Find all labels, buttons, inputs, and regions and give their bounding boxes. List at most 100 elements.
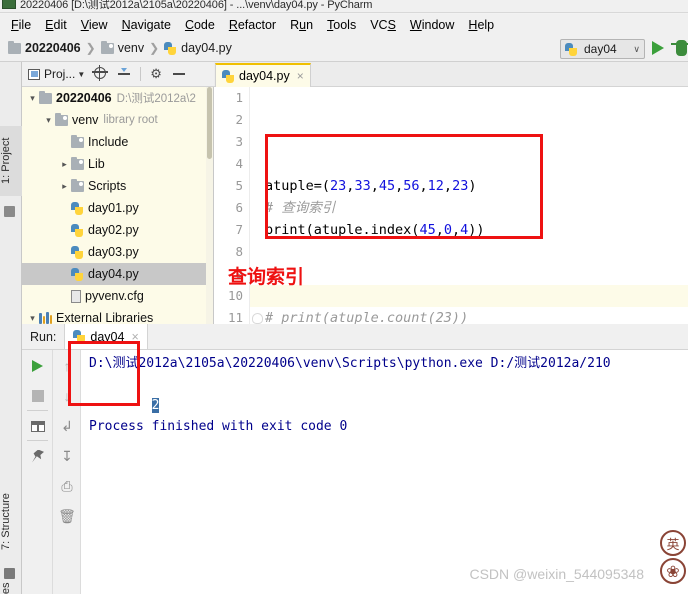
python-file-icon (71, 267, 84, 281)
soft-wrap-icon[interactable]: ↲ (53, 412, 81, 440)
tree-item-label: day02.py (88, 223, 139, 237)
console-output-value: 2 (151, 398, 160, 413)
chevron-down-icon[interactable] (26, 93, 39, 104)
intention-bulb-icon[interactable] (252, 313, 263, 324)
python-file-icon (71, 201, 84, 215)
run-console-output[interactable]: D:\测试2012a\2105a\20220406\venv\Scripts\p… (81, 350, 688, 594)
folder-venv-icon (71, 178, 84, 192)
menu-item-help[interactable]: Help (461, 16, 501, 34)
tree-item-20220406[interactable]: 20220406 D:\测试2012a\2 (22, 87, 214, 109)
stop-icon[interactable] (22, 382, 53, 410)
tree-item-lib[interactable]: Lib (22, 153, 214, 175)
tree-item-label: day03.py (88, 245, 139, 259)
run-button[interactable] (652, 41, 664, 55)
menu-item-navigate[interactable]: Navigate (115, 16, 178, 34)
python-file-icon (164, 41, 177, 55)
title-bar: 20220406 [D:\测试2012a\2105a\20220406] - .… (0, 0, 688, 13)
tree-item-venv[interactable]: venv library root (22, 109, 214, 131)
menu-item-run[interactable]: Run (283, 16, 320, 34)
chevron-down-icon: ∨ (633, 43, 640, 54)
project-tool-window: Proj... ▼ ⚙ 20220406 D:\测试2012a\2 venv libr… (22, 62, 214, 324)
locate-icon[interactable] (94, 67, 108, 81)
collapse-all-icon[interactable] (117, 67, 131, 81)
sidebar-item-favorites[interactable]: 2: Favorites (0, 570, 22, 594)
breadcrumb-item-project[interactable]: 20220406 (8, 40, 81, 55)
toolbar-divider (140, 67, 142, 81)
annotation-note: 查询索引 (228, 266, 305, 288)
tree-item-include[interactable]: Include (22, 131, 214, 153)
breadcrumb-label: day04.py (181, 41, 232, 55)
pycharm-window: 20220406 [D:\测试2012a\2105a\20220406] - .… (0, 0, 688, 594)
project-title[interactable]: Proj... ▼ (28, 67, 85, 81)
layout-icon[interactable] (22, 412, 53, 440)
line-number: 5 (235, 178, 243, 193)
menu-item-tools[interactable]: Tools (320, 16, 363, 34)
console-exit-line: Process finished with exit code 0 (89, 419, 348, 434)
tree-item-day04-py[interactable]: day04.py (22, 263, 214, 285)
run-configuration-selector[interactable]: day04 ∨ (560, 39, 645, 59)
project-view-icon (28, 68, 40, 80)
folder-venv-icon (100, 40, 114, 54)
menu-item-refactor[interactable]: Refactor (222, 16, 283, 34)
line-number: 8 (235, 244, 243, 259)
breadcrumb-separator: ❯ (149, 41, 160, 55)
scrollbar-thumb[interactable] (207, 87, 212, 159)
tree-item-label: day01.py (88, 201, 139, 215)
print-icon[interactable]: ⎙ (53, 472, 81, 500)
python-file-icon (222, 69, 235, 83)
tree-item-label: 20220406 (56, 91, 112, 105)
editor-tab-strip: day04.py × (214, 62, 688, 87)
pin-icon[interactable] (22, 442, 53, 470)
breadcrumb-item-file[interactable]: day04.py (164, 41, 232, 55)
sidebar-item-structure[interactable]: 7: Structure (0, 482, 22, 562)
scroll-to-end-icon[interactable]: ↧ (53, 442, 81, 470)
folder-venv-icon (71, 134, 84, 148)
debug-button[interactable] (671, 40, 688, 56)
tree-item-hint: D:\测试2012a\2 (116, 93, 196, 105)
rerun-icon[interactable] (22, 352, 53, 380)
console-command-line: D:\测试2012a\2105a\20220406\venv\Scripts\p… (89, 356, 611, 371)
project-title-label: Proj... (44, 67, 76, 81)
chevron-down-icon[interactable] (42, 115, 55, 126)
toolbar-divider (27, 410, 48, 411)
menu-item-edit[interactable]: Edit (38, 16, 74, 34)
python-file-icon (71, 223, 84, 237)
settings-gear-icon[interactable]: ⚙ (150, 67, 164, 81)
python-file-icon (565, 42, 578, 56)
folder-venv-icon (71, 156, 84, 170)
folder-icon (39, 90, 52, 104)
project-scrollbar[interactable] (206, 87, 213, 324)
chevron-down-icon[interactable] (26, 313, 39, 324)
run-config-name: day04 (584, 42, 617, 56)
tab-day04-py[interactable]: day04.py × (215, 63, 311, 87)
tree-item-scripts[interactable]: Scripts (22, 175, 214, 197)
annotation-box-code (265, 134, 543, 239)
menu-item-view[interactable]: View (74, 16, 115, 34)
menu-item-window[interactable]: Window (403, 16, 461, 34)
chevron-down-icon: ▼ (77, 69, 86, 79)
tree-item-pyvenv-cfg[interactable]: pyvenv.cfg (22, 285, 214, 307)
tree-item-day01-py[interactable]: day01.py (22, 197, 214, 219)
breadcrumb-label: venv (117, 41, 145, 55)
chevron-right-icon[interactable] (58, 181, 71, 192)
menu-item-vcs[interactable]: VCS (363, 16, 403, 34)
tree-item-external-libraries[interactable]: External Libraries (22, 307, 214, 324)
project-toolbar: Proj... ▼ ⚙ (22, 62, 214, 87)
hide-icon[interactable] (173, 67, 187, 81)
folder-venv-icon (55, 112, 68, 126)
csdn-watermark: CSDN @weixin_544095348 (469, 566, 644, 582)
run-panel-label: Run: (30, 329, 57, 344)
menu-item-code[interactable]: Code (178, 16, 222, 34)
trash-icon[interactable]: 🗑 (53, 502, 81, 530)
tree-item-day02-py[interactable]: day02.py (22, 219, 214, 241)
close-icon[interactable]: × (297, 69, 304, 83)
sidebar-item-project[interactable]: 1: Project (0, 126, 22, 196)
tree-item-day03-py[interactable]: day03.py (22, 241, 214, 263)
tree-item-label: pyvenv.cfg (85, 289, 144, 303)
line-number: 1 (235, 90, 243, 105)
breadcrumb-item-venv[interactable]: venv (100, 40, 145, 55)
tab-label: day04.py (239, 69, 290, 83)
tree-item-hint: library root (103, 114, 158, 126)
chevron-right-icon[interactable] (58, 159, 71, 170)
menu-item-file[interactable]: File (4, 16, 38, 34)
